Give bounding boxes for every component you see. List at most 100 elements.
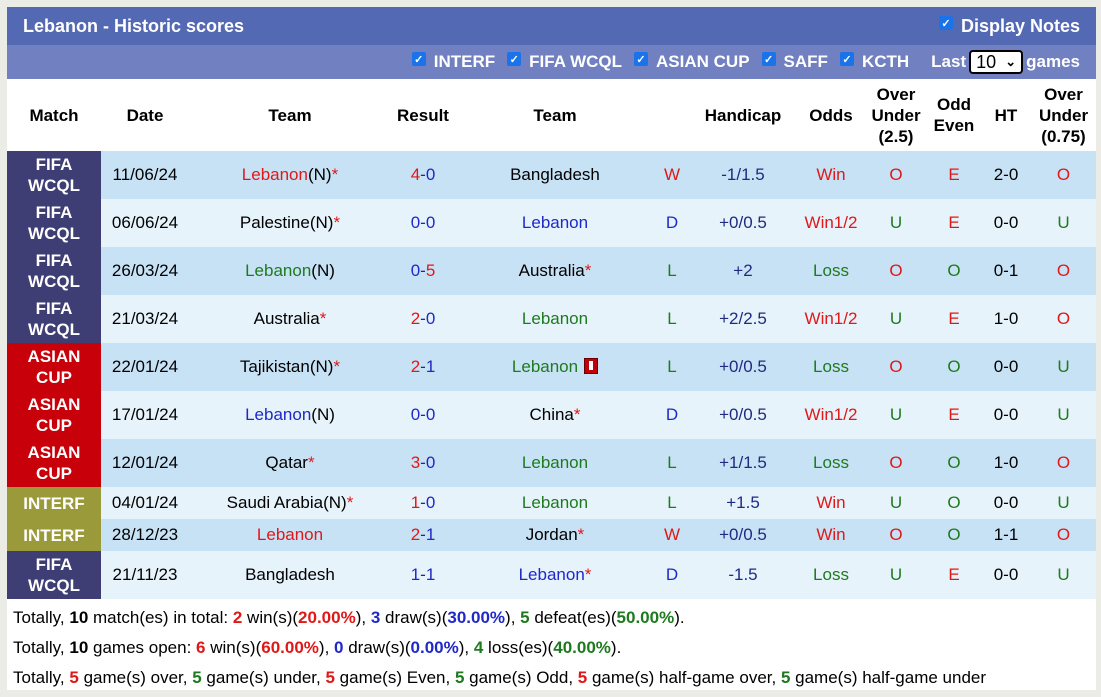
away-team[interactable]: Australia* <box>455 247 655 295</box>
summary-defeats: 5 <box>520 608 530 627</box>
competition-badge[interactable]: ASIAN CUP <box>7 343 101 391</box>
match-result[interactable]: 1-1 <box>391 551 455 599</box>
home-team[interactable]: Lebanon(N)* <box>189 151 391 199</box>
home-goals: 3 <box>410 453 421 472</box>
checkbox-checked-icon[interactable]: ✓ <box>761 52 776 66</box>
match-result[interactable]: 4-0 <box>391 151 455 199</box>
team-name[interactable]: China <box>529 405 573 424</box>
away-team[interactable]: Lebanon <box>455 343 655 391</box>
away-team[interactable]: Lebanon <box>455 295 655 343</box>
summary: Totally, 10 match(es) in total: 2 win(s)… <box>7 599 1096 697</box>
competition-badge[interactable]: FIFA WCQL <box>7 551 101 599</box>
home-team[interactable]: Saudi Arabia(N)* <box>189 487 391 519</box>
competition-badge[interactable]: FIFA WCQL <box>7 295 101 343</box>
competition-badge[interactable]: INTERF <box>7 519 101 551</box>
odd-even-result: E <box>927 551 981 599</box>
summary-text: Totally, <box>13 608 70 627</box>
home-team[interactable]: Lebanon <box>189 519 391 551</box>
summary-over-under: Totally, 5 game(s) over, 5 game(s) under… <box>13 663 1090 693</box>
team-name[interactable]: Lebanon <box>257 525 323 544</box>
odds-result: Loss <box>797 247 865 295</box>
filter-label: ASIAN CUP <box>656 52 750 71</box>
match-result[interactable]: 0-0 <box>391 199 455 247</box>
checkbox-checked-icon[interactable]: ✓ <box>411 52 426 66</box>
team-name[interactable]: Lebanon <box>245 405 311 424</box>
summary-text: ). <box>674 608 685 627</box>
home-team[interactable]: Lebanon(N) <box>189 247 391 295</box>
competition-badge[interactable]: FIFA WCQL <box>7 151 101 199</box>
handicap-value: +2/2.5 <box>689 295 797 343</box>
home-team[interactable]: Australia* <box>189 295 391 343</box>
team-name[interactable]: Lebanon <box>245 261 311 280</box>
summary-loss-pct: 40.00% <box>553 638 611 657</box>
filter-label: INTERF <box>433 52 496 71</box>
odds-result: Loss <box>797 343 865 391</box>
filter-fifa-wcql[interactable]: ✓ FIFA WCQL <box>507 52 622 72</box>
home-team[interactable]: Lebanon(N) <box>189 391 391 439</box>
away-team[interactable]: China* <box>455 391 655 439</box>
away-team[interactable]: Lebanon <box>455 199 655 247</box>
match-result[interactable]: 2-1 <box>391 519 455 551</box>
away-team[interactable]: Lebanon <box>455 439 655 487</box>
match-date: 22/01/24 <box>101 343 189 391</box>
team-name[interactable]: Bangladesh <box>245 565 335 584</box>
team-name[interactable]: Australia <box>519 261 585 280</box>
checkbox-checked-icon[interactable]: ✓ <box>507 52 522 66</box>
team-name[interactable]: Qatar <box>265 453 308 472</box>
competition-line: WCQL <box>28 224 80 243</box>
filter-kcth[interactable]: ✓ KCTH <box>839 52 909 72</box>
summary-over: 5 <box>69 668 79 687</box>
display-notes-toggle[interactable]: ✓ Display Notes <box>938 16 1080 37</box>
match-result[interactable]: 0-0 <box>391 391 455 439</box>
last-games-select[interactable]: 10 ⌄ <box>969 50 1024 74</box>
team-name[interactable]: Australia <box>254 309 320 328</box>
away-team[interactable]: Lebanon* <box>455 551 655 599</box>
header-text: Odd <box>937 95 971 114</box>
team-name[interactable]: Bangladesh <box>510 165 600 184</box>
away-team[interactable]: Bangladesh <box>455 151 655 199</box>
home-team[interactable]: Tajikistan(N)* <box>189 343 391 391</box>
team-name[interactable]: Saudi Arabia <box>227 493 323 512</box>
match-result[interactable]: 2-1 <box>391 343 455 391</box>
competition-line: ASIAN <box>27 443 81 462</box>
team-name[interactable]: Lebanon <box>242 165 308 184</box>
team-name[interactable]: Palestine <box>240 213 310 232</box>
match-result[interactable]: 1-0 <box>391 487 455 519</box>
competition-badge[interactable]: FIFA WCQL <box>7 247 101 295</box>
away-goals: 1 <box>425 525 436 544</box>
checkbox-checked-icon[interactable]: ✓ <box>938 16 953 30</box>
handicap-value: +1.5 <box>689 487 797 519</box>
checkbox-checked-icon[interactable]: ✓ <box>839 52 854 66</box>
competition-badge[interactable]: FIFA WCQL <box>7 199 101 247</box>
home-team[interactable]: Bangladesh <box>189 551 391 599</box>
away-team[interactable]: Jordan* <box>455 519 655 551</box>
win-draw-loss: W <box>655 151 689 199</box>
team-name[interactable]: Lebanon <box>522 453 588 472</box>
filter-label: FIFA WCQL <box>529 52 623 71</box>
filter-asian-cup[interactable]: ✓ ASIAN CUP <box>634 52 750 72</box>
team-name[interactable]: Lebanon <box>522 309 588 328</box>
team-name[interactable]: Lebanon <box>519 565 585 584</box>
away-goals: 1 <box>425 565 436 584</box>
odds-result: Win <box>797 519 865 551</box>
filter-interf[interactable]: ✓ INTERF <box>411 52 496 72</box>
checkbox-checked-icon[interactable]: ✓ <box>634 52 649 66</box>
summary-text: games open: <box>88 638 197 657</box>
team-name[interactable]: Lebanon <box>522 213 588 232</box>
home-team[interactable]: Palestine(N)* <box>189 199 391 247</box>
home-team[interactable]: Qatar* <box>189 439 391 487</box>
team-name[interactable]: Jordan <box>526 525 578 544</box>
summary-text: ), <box>505 608 521 627</box>
away-team[interactable]: Lebanon <box>455 487 655 519</box>
match-result[interactable]: 3-0 <box>391 439 455 487</box>
handicap-value: +1/1.5 <box>689 439 797 487</box>
competition-badge[interactable]: ASIAN CUP <box>7 391 101 439</box>
match-result[interactable]: 0-5 <box>391 247 455 295</box>
competition-badge[interactable]: INTERF <box>7 487 101 519</box>
competition-badge[interactable]: ASIAN CUP <box>7 439 101 487</box>
team-name[interactable]: Lebanon <box>522 493 588 512</box>
filter-saff[interactable]: ✓ SAFF <box>761 52 828 72</box>
team-name[interactable]: Lebanon <box>512 357 578 376</box>
team-name[interactable]: Tajikistan <box>240 357 310 376</box>
match-result[interactable]: 2-0 <box>391 295 455 343</box>
